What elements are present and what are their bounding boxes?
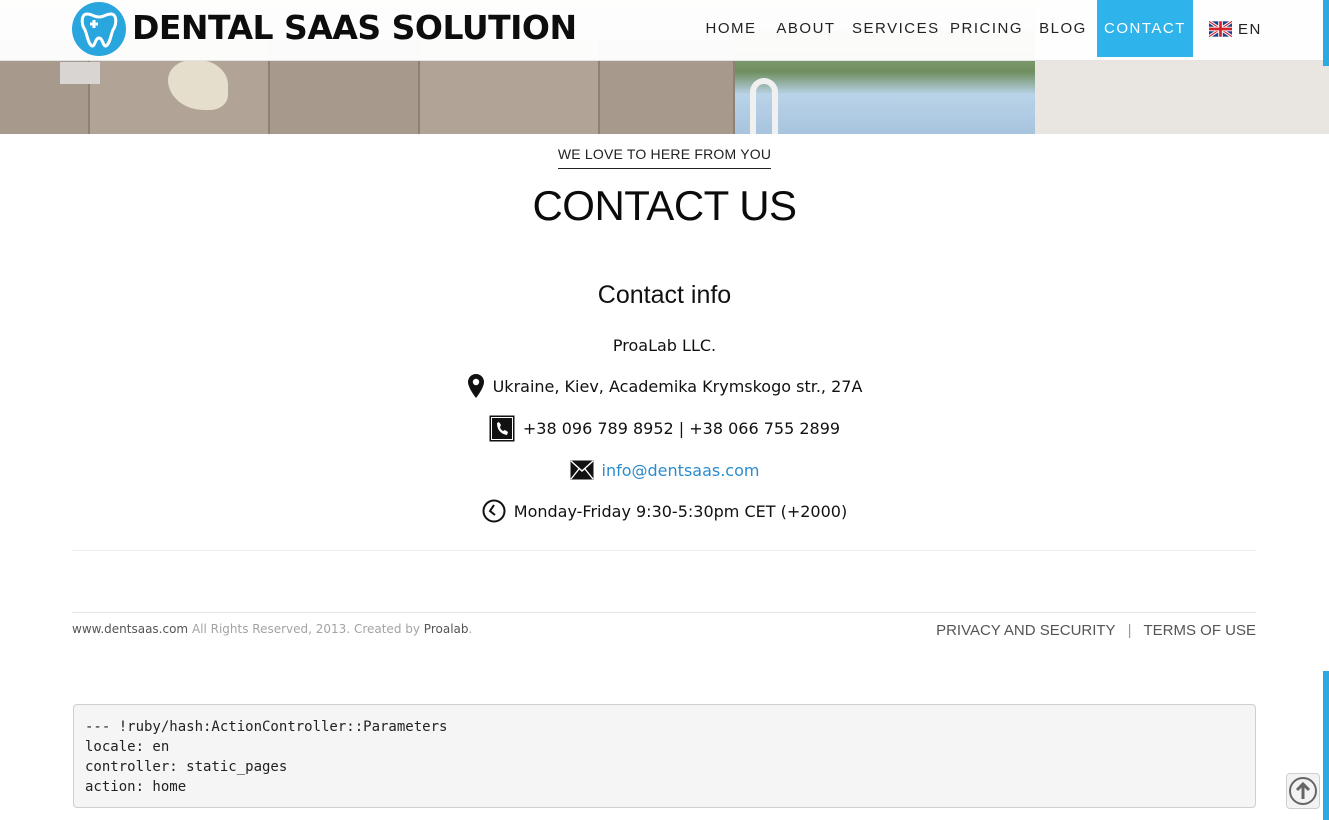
eyebrow-text: WE LOVE TO HERE FROM YOU (557, 146, 772, 169)
phone-text: +38 096 789 8952 | +38 066 755 2899 (522, 418, 841, 438)
period: . (468, 622, 473, 636)
phone-icon (489, 415, 515, 442)
dental-lamp (750, 78, 778, 134)
tissue-box (60, 62, 100, 84)
contact-info-heading: Contact info (597, 281, 732, 309)
terms-link[interactable]: TERMS OF USE (1143, 622, 1256, 639)
accent-bar (1323, 671, 1329, 820)
site-header: DENTAL SAAS SOLUTION HOME ABOUT SERVICES… (0, 0, 1329, 61)
arrow-up-circle-icon (1289, 777, 1317, 805)
site-link[interactable]: www.dentsaas.com (72, 622, 188, 636)
email-link[interactable]: info@dentsaas.com (602, 461, 760, 480)
copyright: www.dentsaas.com All Rights Reserved, 20… (72, 622, 472, 636)
phone-row: +38 096 789 8952 | +38 066 755 2899 (0, 414, 1329, 442)
hours-row: Monday-Friday 9:30-5:30pm CET (+2000) (0, 497, 1329, 525)
page-title: CONTACT US (532, 182, 797, 229)
clock-icon (482, 499, 506, 523)
scroll-to-top-button[interactable] (1286, 773, 1320, 809)
footer-separator: | (1127, 622, 1132, 639)
debug-params: --- !ruby/hash:ActionController::Paramet… (73, 704, 1256, 808)
language-label: EN (1238, 20, 1262, 38)
map-pin-icon (467, 373, 485, 399)
brand-name[interactable]: DENTAL SAAS SOLUTION (132, 8, 577, 48)
section-eyebrow: WE LOVE TO HERE FROM YOU (0, 144, 1329, 169)
address-text: Ukraine, Kiev, Academika Krymskogo str.,… (492, 376, 863, 396)
tooth-plus-icon[interactable] (72, 2, 126, 56)
privacy-link[interactable]: PRIVACY AND SECURITY (936, 622, 1116, 639)
divider (72, 612, 1256, 613)
nav-services[interactable]: SERVICES (852, 0, 938, 57)
accent-bar (1323, 0, 1329, 66)
hours-text: Monday-Friday 9:30-5:30pm CET (+2000) (513, 501, 848, 521)
address-row: Ukraine, Kiev, Academika Krymskogo str.,… (0, 372, 1329, 400)
nav-blog[interactable]: BLOG (1036, 0, 1090, 57)
nav-home[interactable]: HOME (702, 0, 760, 57)
uk-flag-icon (1209, 20, 1232, 38)
nav-pricing[interactable]: PRICING (950, 0, 1022, 57)
debug-line: --- !ruby/hash:ActionController::Paramet… (85, 719, 448, 735)
debug-line: controller: static_pages (85, 759, 288, 775)
debug-line: action: home (85, 779, 187, 795)
rights-text: All Rights Reserved, 2013. Created by (188, 622, 424, 636)
debug-line: locale: en (85, 739, 170, 755)
divider (72, 550, 1256, 551)
envelope-icon (569, 460, 594, 480)
language-switcher[interactable]: EN (1209, 20, 1262, 38)
nav-contact[interactable]: CONTACT (1097, 0, 1193, 57)
company-name: ProaLab LLC. (612, 336, 717, 355)
nav-about[interactable]: ABOUT (773, 0, 839, 57)
creator-link[interactable]: Proalab (424, 622, 469, 636)
email-row: info@dentsaas.com (0, 456, 1329, 484)
footer-links: PRIVACY AND SECURITY | TERMS OF USE (936, 622, 1256, 639)
